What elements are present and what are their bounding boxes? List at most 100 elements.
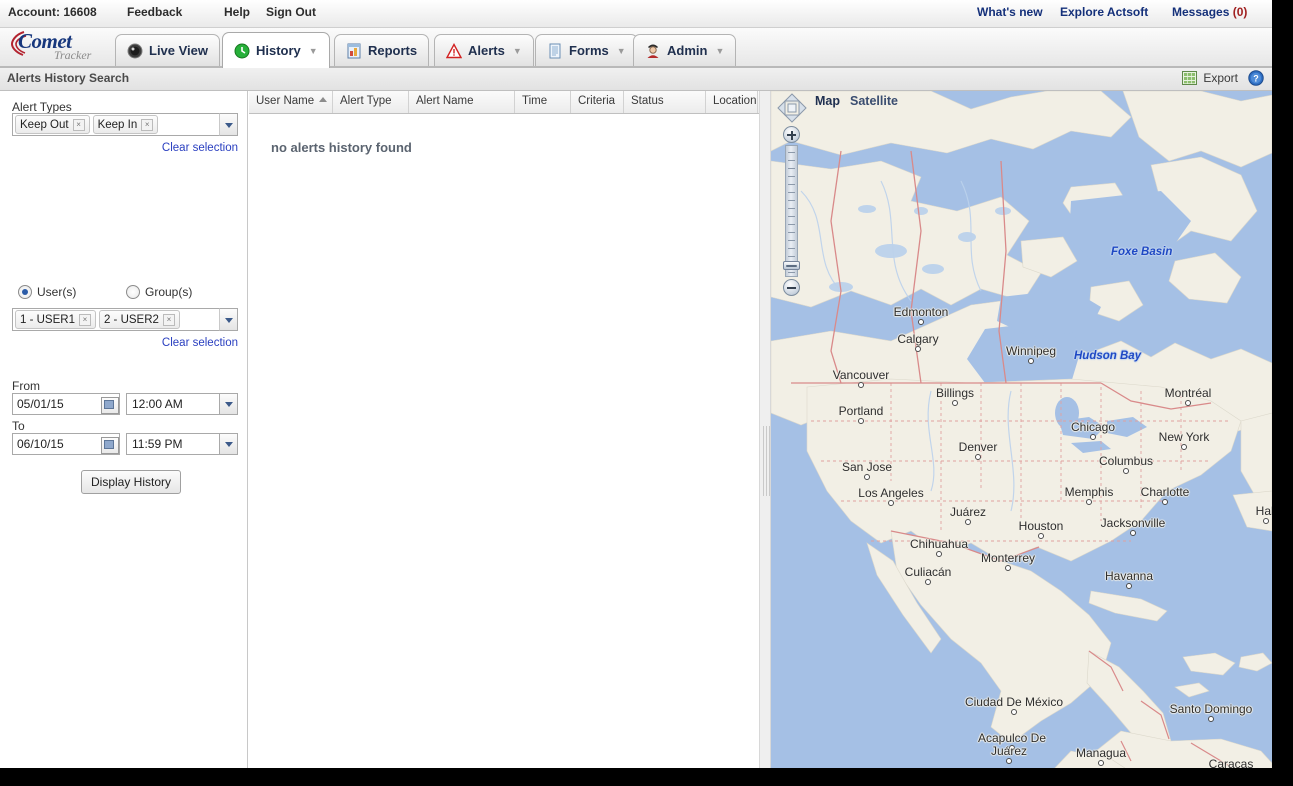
city-marker-dot [858, 382, 864, 388]
users-chip-box[interactable]: 1 - USER1 × 2 - USER2 × [12, 308, 238, 331]
tab-admin[interactable]: Admin ▼ [633, 34, 737, 66]
zoom-slider-handle[interactable] [783, 261, 800, 270]
chip-alert-type[interactable]: Keep Out × [15, 115, 90, 134]
chevron-down-icon[interactable]: ▼ [617, 46, 626, 56]
city-marker-dot [1011, 709, 1017, 715]
users-multiselect[interactable]: 1 - USER1 × 2 - USER2 × [12, 308, 238, 331]
explore-actsoft-link[interactable]: Explore Actsoft [1060, 5, 1148, 19]
map-type-selector[interactable]: Map Satellite [815, 94, 898, 108]
tab-label: Reports [368, 43, 418, 58]
help-circle-icon[interactable]: ? [1248, 70, 1264, 86]
messages-link[interactable]: Messages (0) [1172, 5, 1247, 19]
export-button[interactable]: Export [1203, 71, 1238, 85]
city-label: Billings [935, 386, 975, 400]
window-frame-right [1272, 0, 1293, 786]
feedback-link[interactable]: Feedback [127, 5, 182, 19]
account-top-bar: Account: 16608 Feedback Help Sign Out Wh… [0, 0, 1272, 28]
clear-selection-alert-types[interactable]: Clear selection [12, 142, 238, 154]
column-label: User Name [256, 95, 315, 107]
city-label: Ciudad De México [964, 695, 1064, 709]
splitter-grip-icon [763, 426, 770, 496]
users-dropdown-arrow[interactable] [219, 308, 238, 331]
groups-radio-button[interactable] [126, 285, 140, 299]
city-label: Chicago [1070, 420, 1116, 434]
from-date-calendar-icon[interactable] [101, 397, 119, 414]
map-type-map[interactable]: Map [815, 94, 840, 108]
clear-selection-users[interactable]: Clear selection [12, 337, 238, 349]
export-grid-icon[interactable] [1182, 71, 1197, 85]
city-label: Hali [1255, 504, 1272, 518]
zoom-slider[interactable] [785, 145, 798, 277]
zoom-out-button[interactable] [783, 279, 800, 296]
alerts-history-results: User Name Alert Type Alert Name Time Cri… [249, 91, 759, 768]
zoom-in-button[interactable] [783, 126, 800, 143]
users-radio-button[interactable] [18, 285, 32, 299]
document-icon [547, 43, 563, 59]
city-label: Memphis [1064, 485, 1114, 499]
city-label: Los Angeles [858, 486, 924, 500]
alert-types-dropdown-arrow[interactable] [219, 113, 238, 136]
city-label: Havanna [1104, 569, 1154, 583]
alert-types-multiselect[interactable]: Keep Out × Keep In × [12, 113, 238, 136]
city-marker-dot [965, 519, 971, 525]
tab-label: Forms [569, 43, 609, 58]
users-radio-option[interactable]: User(s) [18, 285, 76, 299]
city-marker-dot [1263, 518, 1269, 524]
to-time-select[interactable]: 11:59 PM [126, 433, 238, 455]
to-date-calendar-icon[interactable] [101, 437, 119, 454]
chevron-down-icon[interactable]: ▼ [309, 46, 318, 56]
tab-label: Live View [149, 43, 209, 58]
chip-remove-icon[interactable]: × [78, 313, 91, 326]
map-type-satellite[interactable]: Satellite [850, 94, 898, 108]
water-label: Foxe Basin [1111, 246, 1173, 258]
column-header-user-name[interactable]: User Name [249, 91, 333, 113]
main-navigation-tabs: Comet Tracker Live View History ▼ Report… [0, 28, 1272, 68]
city-marker-dot [975, 454, 981, 460]
sign-out-link[interactable]: Sign Out [266, 5, 316, 19]
chip-user[interactable]: 1 - USER1 × [15, 310, 96, 329]
help-link[interactable]: Help [224, 5, 250, 19]
sort-ascending-icon [319, 97, 328, 102]
city-marker-dot [1086, 499, 1092, 505]
chip-alert-type[interactable]: Keep In × [92, 115, 159, 134]
groups-radio-option[interactable]: Group(s) [126, 285, 192, 299]
display-history-button[interactable]: Display History [81, 470, 182, 494]
column-header-location[interactable]: Location [706, 91, 758, 113]
chip-user[interactable]: 2 - USER2 × [98, 310, 180, 329]
city-marker-dot [1006, 758, 1012, 764]
tab-history[interactable]: History ▼ [222, 32, 330, 68]
city-marker-dot [888, 500, 894, 506]
chip-remove-icon[interactable]: × [162, 313, 175, 326]
pan-control-icon[interactable] [777, 93, 807, 123]
from-time-select[interactable]: 12:00 AM [126, 393, 238, 415]
tab-live-view[interactable]: Live View [115, 34, 221, 66]
map-panel[interactable]: Map Satellite Edmonton Calgary Winnipeg … [771, 91, 1272, 768]
chip-remove-icon[interactable]: × [72, 118, 85, 131]
from-time-dropdown-arrow[interactable] [219, 393, 238, 415]
tab-forms[interactable]: Forms ▼ [535, 34, 638, 66]
whats-new-link[interactable]: What's new [977, 5, 1043, 19]
chevron-down-icon[interactable]: ▼ [513, 46, 522, 56]
tab-label: History [256, 43, 301, 58]
column-label: Time [522, 95, 548, 107]
map-zoom-controls[interactable] [777, 93, 807, 298]
tab-reports[interactable]: Reports [334, 34, 430, 66]
groups-radio-label: Group(s) [145, 285, 193, 299]
column-header-status[interactable]: Status [624, 91, 706, 113]
city-label: Winnipeg [1005, 344, 1057, 358]
column-header-alert-type[interactable]: Alert Type [333, 91, 409, 113]
chip-remove-icon[interactable]: × [141, 118, 154, 131]
messages-count: (0) [1232, 5, 1248, 19]
panel-splitter[interactable] [759, 91, 771, 768]
tab-alerts[interactable]: Alerts ▼ [434, 34, 534, 66]
chevron-down-icon[interactable]: ▼ [715, 46, 724, 56]
to-time-dropdown-arrow[interactable] [219, 433, 238, 455]
column-header-alert-name[interactable]: Alert Name [409, 91, 515, 113]
column-header-criteria[interactable]: Criteria [571, 91, 624, 113]
column-label: Status [631, 95, 664, 107]
city-marker-dot [864, 474, 870, 480]
column-header-time[interactable]: Time [515, 91, 571, 113]
application-window: Account: 16608 Feedback Help Sign Out Wh… [0, 0, 1272, 768]
city-marker-dot [936, 551, 942, 557]
alert-types-chip-box[interactable]: Keep Out × Keep In × [12, 113, 238, 136]
